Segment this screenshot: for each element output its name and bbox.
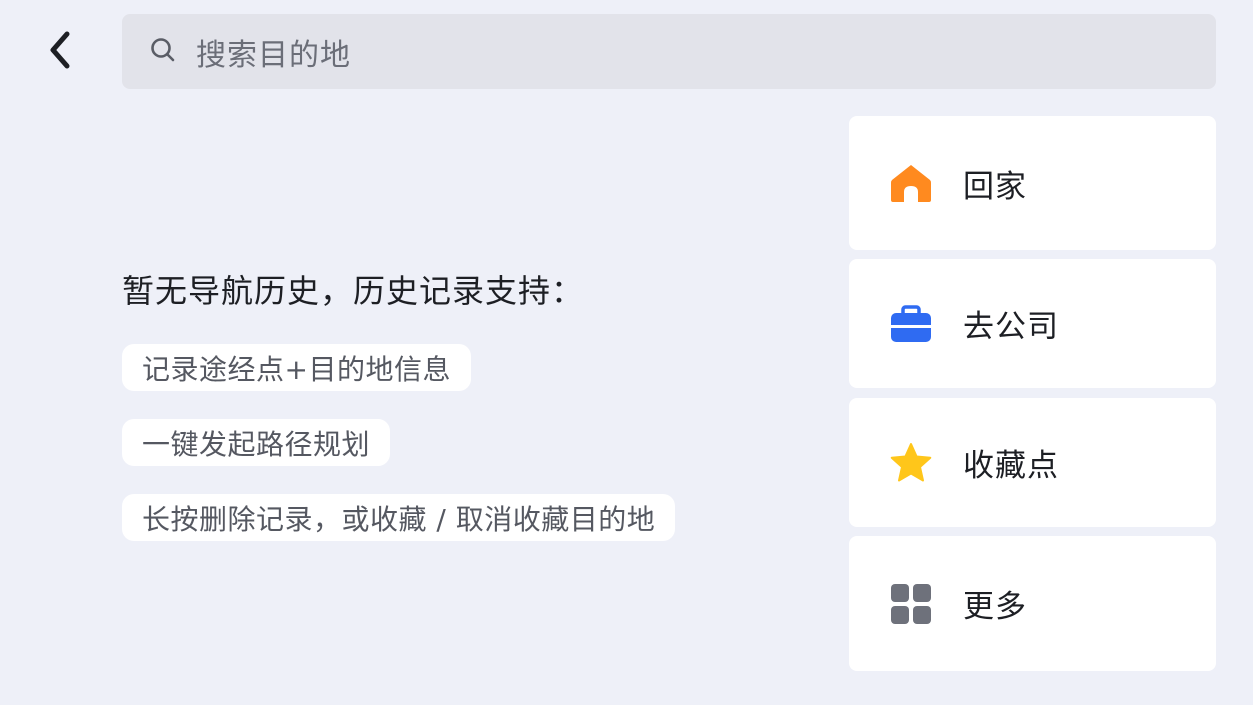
company-shortcut-card[interactable]: 去公司	[849, 259, 1216, 388]
search-icon	[150, 37, 176, 67]
tip-route-planning: 一键发起路径规划	[122, 419, 391, 466]
more-label: 更多	[963, 589, 1027, 625]
search-placeholder: 搜索目的地	[196, 37, 351, 73]
grid-icon	[889, 582, 933, 626]
star-icon	[889, 441, 933, 485]
briefcase-icon	[889, 302, 933, 346]
empty-history-title: 暂无导航历史，历史记录支持：	[122, 272, 585, 310]
search-input[interactable]: 搜索目的地	[122, 14, 1216, 89]
home-icon	[889, 161, 933, 205]
favorites-label: 收藏点	[963, 448, 1059, 484]
favorites-shortcut-card[interactable]: 收藏点	[849, 398, 1216, 527]
tip-waypoints: 记录途经点+目的地信息	[122, 344, 471, 391]
home-label: 回家	[963, 168, 1027, 205]
more-shortcut-card[interactable]: 更多	[849, 536, 1216, 671]
chevron-left-icon	[45, 30, 75, 74]
tip-long-press: 长按删除记录，或收藏 / 取消收藏目的地	[122, 494, 676, 541]
home-shortcut-card[interactable]: 回家	[849, 116, 1216, 250]
back-button[interactable]	[30, 20, 90, 84]
company-label: 去公司	[963, 309, 1059, 345]
